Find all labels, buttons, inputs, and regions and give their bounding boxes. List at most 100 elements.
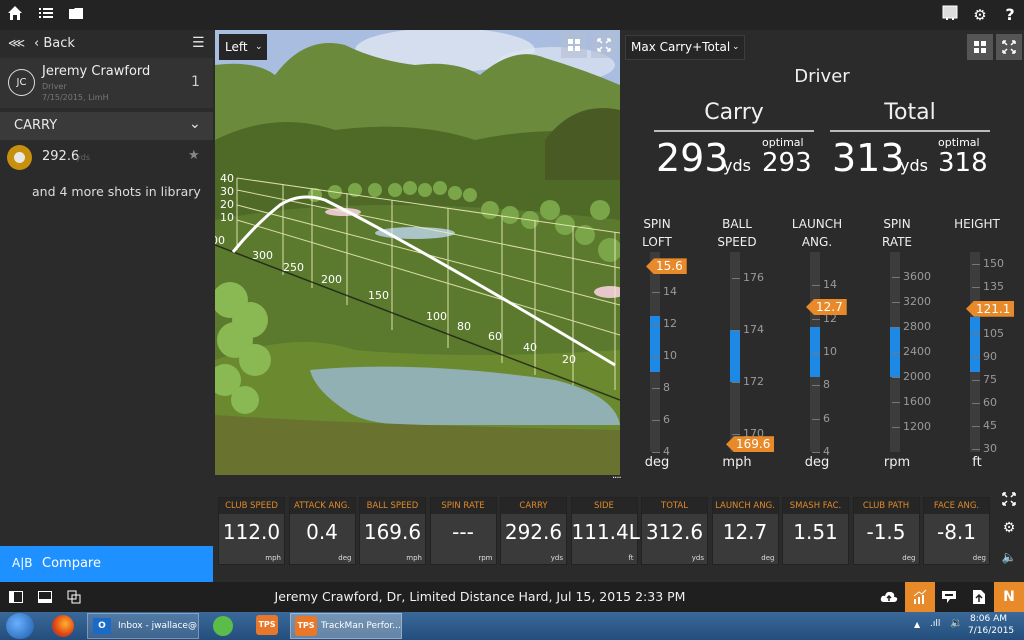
gauge-tick xyxy=(652,324,660,325)
tile-label: CLUB PATH xyxy=(853,498,919,514)
player-session: 7/15/2015, LimH xyxy=(42,93,109,102)
gear-icon[interactable]: ⚙ xyxy=(999,518,1019,538)
fullscreen-button[interactable] xyxy=(996,34,1022,60)
gauge-tick xyxy=(892,402,900,403)
network-icon[interactable]: .ıll xyxy=(930,619,940,629)
shot-item[interactable]: 292.6 yds ★ xyxy=(0,140,213,174)
screen-icon[interactable] xyxy=(940,5,960,25)
star-icon[interactable]: ★ xyxy=(188,148,200,163)
comment-icon[interactable] xyxy=(940,588,958,606)
more-shots-link[interactable]: and 4 more shots in library xyxy=(32,184,201,199)
gauge-tick xyxy=(972,448,980,450)
data-tile[interactable]: FACE ANG. -8.1 deg xyxy=(923,497,990,565)
tile-unit: mph xyxy=(265,554,281,562)
folder-icon[interactable] xyxy=(66,5,86,25)
tile-label: FACE ANG. xyxy=(924,498,989,514)
ball-trajectory xyxy=(231,195,616,367)
data-tile[interactable]: SPIN RATE --- rpm xyxy=(429,497,497,565)
help-icon[interactable]: ? xyxy=(1000,5,1020,25)
distance-tick: 00 xyxy=(215,234,225,247)
grid-layout-button[interactable] xyxy=(561,32,587,58)
fullscreen-button[interactable] xyxy=(591,32,617,58)
distance-tick: 100 xyxy=(426,310,447,323)
tray-expand-icon[interactable]: ▲ xyxy=(914,620,920,629)
gauge-tick-label: 150 xyxy=(983,257,1004,271)
export-icon[interactable] xyxy=(970,588,988,606)
player-club: Driver xyxy=(42,82,67,91)
user-n-button[interactable]: N xyxy=(994,582,1024,612)
taskbar-outlook[interactable]: O Inbox - jwallace@... xyxy=(87,613,199,639)
gauge-tick xyxy=(652,388,660,389)
gauge-value-marker: 169.6 xyxy=(726,436,775,453)
tile-value: 12.7 xyxy=(722,520,768,544)
gauge-tick-label: 2000 xyxy=(903,370,931,383)
data-tile[interactable]: CLUB PATH -1.5 deg xyxy=(852,497,920,565)
start-button[interactable] xyxy=(6,613,34,639)
speaker-icon[interactable]: 🔈 xyxy=(999,547,1019,567)
gauge-title-line: LOFT xyxy=(642,235,672,249)
view-select-value: Left xyxy=(225,40,248,54)
collapse-sidebar-button[interactable]: ⋘ xyxy=(8,36,25,50)
gauge-tick xyxy=(892,327,900,328)
compare-button[interactable]: A|B Compare xyxy=(0,546,213,582)
analytics-button[interactable] xyxy=(905,582,935,612)
contacts-icon[interactable] xyxy=(213,616,233,636)
gauge-title-line: ANG. xyxy=(801,235,833,249)
status-bar: Jeremy Crawford, Dr, Limited Distance Ha… xyxy=(0,582,1024,612)
gauge-title-line: SPEED xyxy=(717,235,757,249)
volume-icon[interactable]: 🔉 xyxy=(950,618,962,629)
gauge-title-line: LAUNCH xyxy=(791,217,843,231)
tile-value: -8.1 xyxy=(936,520,977,544)
gauge-tick xyxy=(732,329,740,331)
tps-icon[interactable]: TPS xyxy=(256,615,278,635)
carry-unit: yds xyxy=(723,156,751,175)
player-name: Jeremy Crawford xyxy=(42,64,151,79)
gauge-tick xyxy=(892,427,900,428)
gauge-tick xyxy=(972,356,980,358)
grid-layout-button[interactable] xyxy=(967,34,993,60)
home-icon[interactable] xyxy=(5,5,25,25)
gear-icon[interactable]: ⚙ xyxy=(970,5,990,25)
clock-date[interactable]: 7/16/2015 xyxy=(968,626,1014,636)
data-tile[interactable]: LAUNCH ANG. 12.7 deg xyxy=(711,497,779,565)
top-bar: ⚙ ? xyxy=(0,0,1024,30)
tile-label: ATTACK ANG. xyxy=(289,498,355,514)
gauge-tick-label: 45 xyxy=(983,418,997,432)
firefox-icon[interactable] xyxy=(52,615,74,637)
trajectory-3d-view[interactable]: 40 30 20 10 00 300 250 200 150 100 80 60… xyxy=(215,30,620,475)
data-tile[interactable]: SMASH FAC. 1.51 xyxy=(782,497,849,565)
tile-label: CARRY xyxy=(501,498,566,514)
splitter-handle[interactable]: ···· xyxy=(612,473,622,484)
cloud-upload-icon[interactable] xyxy=(880,588,898,606)
chevron-down-icon[interactable]: ⌄ xyxy=(189,116,201,132)
back-button[interactable]: ‹ Back xyxy=(34,36,75,51)
trajectory-grid xyxy=(215,177,620,401)
data-tile[interactable]: CARRY 292.6 yds xyxy=(500,497,567,565)
list-icon[interactable] xyxy=(36,5,56,25)
height-tick: 40 xyxy=(220,172,234,185)
view-select[interactable]: Left ⌄ xyxy=(219,34,267,60)
gauge-tick xyxy=(972,425,980,427)
taskbar-trackman[interactable]: TPS TrackMan Perfor... xyxy=(290,613,402,639)
data-tile[interactable]: TOTAL 312.6 yds xyxy=(641,497,708,565)
panel-splitter[interactable]: ···· xyxy=(215,473,1024,485)
gauge-tick xyxy=(892,377,900,378)
menu-icon[interactable]: ☰ xyxy=(192,35,205,51)
gauge-unit: deg xyxy=(644,455,670,470)
data-tile[interactable]: SIDE 111.4L ft xyxy=(570,497,640,565)
data-tile[interactable]: BALL SPEED 169.6 mph xyxy=(359,497,426,565)
carry-group-header[interactable]: CARRY ⌄ xyxy=(0,112,213,140)
total-title: Total xyxy=(884,100,936,125)
expand-icon[interactable] xyxy=(999,489,1019,509)
sidebar-nav: ⋘ ‹ Back ☰ xyxy=(0,30,213,58)
player-card[interactable]: JC Jeremy Crawford Driver 7/15/2015, Lim… xyxy=(0,58,213,108)
gauge-tick xyxy=(972,264,980,266)
data-tile[interactable]: CLUB SPEED 112.0 mph xyxy=(218,497,285,565)
gauge-tick-label: 14 xyxy=(823,278,837,292)
data-tile[interactable]: ATTACK ANG. 0.4 deg xyxy=(288,497,356,565)
clock-time[interactable]: 8:06 AM xyxy=(970,614,1007,624)
gauge-title: LAUNCH ANG. xyxy=(782,215,852,251)
gauge-tick-label: 172 xyxy=(743,374,764,388)
metric-select[interactable]: Max Carry+Total ⌄ xyxy=(625,35,745,60)
gauge-tick xyxy=(652,356,660,357)
